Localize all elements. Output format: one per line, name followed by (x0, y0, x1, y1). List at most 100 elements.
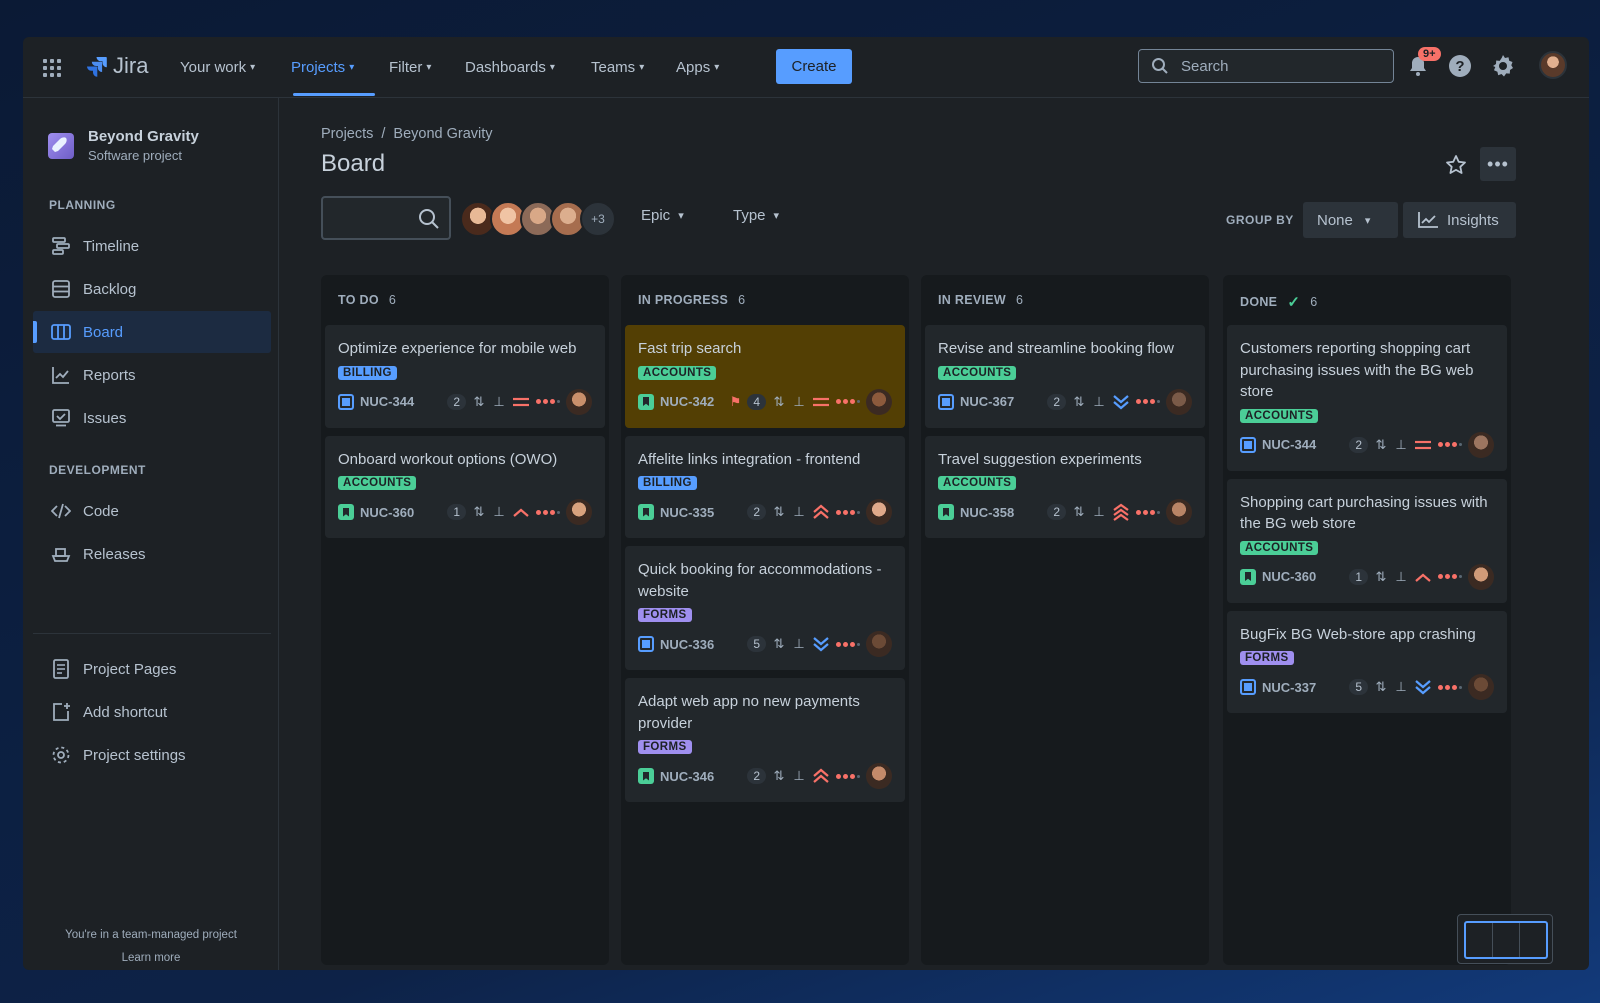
breadcrumb-project[interactable]: Beyond Gravity (393, 126, 492, 142)
issue-key[interactable]: NUC-336 (660, 637, 714, 652)
more-dots-icon[interactable] (1438, 442, 1462, 447)
assignee-avatar[interactable] (1166, 499, 1192, 525)
more-actions-button[interactable]: ••• (1480, 147, 1516, 181)
column-header[interactable]: IN PROGRESS 6 (638, 293, 745, 307)
epic-filter-dropdown[interactable]: Epic ▾ (641, 207, 684, 224)
issue-key[interactable]: NUC-342 (660, 394, 714, 409)
column-header[interactable]: IN REVIEW 6 (938, 293, 1023, 307)
code-icon (51, 503, 71, 519)
learn-more-link[interactable]: Learn more (23, 952, 279, 964)
column-header[interactable]: TO DO 6 (338, 293, 396, 307)
insights-button[interactable]: Insights (1403, 202, 1516, 238)
sidebar-item-reports[interactable]: Reports (33, 354, 271, 396)
assignee-avatar[interactable] (566, 388, 592, 415)
page-title: Board (321, 150, 386, 177)
sidebar-item-backlog[interactable]: Backlog (33, 268, 271, 310)
issue-card[interactable]: Affelite links integration - frontend BIL… (625, 435, 905, 538)
assignee-avatar[interactable] (866, 499, 892, 525)
issue-card[interactable]: BugFix BG Web-store app crashing FORMS NUC… (1227, 610, 1507, 713)
help-icon[interactable]: ? (1447, 53, 1473, 79)
issue-card[interactable]: Quick booking for accommodations - websi… (625, 546, 905, 670)
more-dots-icon[interactable] (836, 509, 860, 515)
issue-key[interactable]: NUC-335 (660, 505, 714, 520)
issue-card[interactable]: Optimize experience for mobile web BILLIN… (325, 325, 605, 428)
board-minimap[interactable] (1457, 914, 1553, 964)
nav-your-work[interactable]: Your work ▾ (180, 37, 255, 98)
pull-request-icon: ⇅ (1073, 504, 1085, 519)
group-by-dropdown[interactable]: None ▾ (1303, 202, 1398, 238)
assignee-avatar[interactable] (866, 388, 892, 415)
type-filter-dropdown[interactable]: Type ▾ (733, 207, 779, 224)
issue-card[interactable]: Fast trip search ACCOUNTS NUC-342 ⚑ 4 ⇅ ⊥ (625, 325, 905, 428)
more-dots-icon[interactable] (1136, 509, 1160, 515)
sidebar-item-board[interactable]: Board (33, 311, 271, 353)
nav-apps[interactable]: Apps ▾ (676, 37, 719, 98)
more-dots-icon[interactable] (1438, 684, 1462, 690)
sidebar-item-project-pages[interactable]: Project Pages (33, 648, 271, 690)
assignee-avatar[interactable] (1468, 431, 1494, 458)
sidebar-item-releases[interactable]: Releases (33, 533, 271, 575)
sidebar-item-timeline[interactable]: Timeline (33, 225, 271, 267)
issue-key[interactable]: NUC-337 (1262, 680, 1316, 695)
nav-dashboards[interactable]: Dashboards ▾ (465, 37, 555, 98)
issue-key[interactable]: NUC-360 (1262, 569, 1316, 584)
nav-projects[interactable]: Projects ▾ (291, 37, 354, 98)
breadcrumb-projects[interactable]: Projects (321, 126, 373, 142)
sidebar-item-code[interactable]: Code (33, 490, 271, 532)
nav-filter[interactable]: Filter ▾ (389, 37, 431, 98)
assignee-avatar[interactable] (1468, 674, 1494, 700)
sidebar-item-label: Backlog (83, 280, 137, 298)
board-search-input[interactable] (321, 196, 451, 240)
assignee-avatar[interactable] (566, 499, 592, 525)
priority-medium-icon (512, 395, 530, 409)
issue-card[interactable]: Travel suggestion experiments ACCOUNTS NUC… (925, 435, 1205, 538)
issue-key[interactable]: NUC-358 (960, 505, 1014, 520)
issue-key[interactable]: NUC-360 (360, 505, 414, 520)
global-search[interactable] (1138, 49, 1394, 83)
project-name[interactable]: Beyond Gravity (88, 128, 199, 145)
more-dots-icon[interactable] (536, 509, 560, 515)
issue-key[interactable]: NUC-344 (360, 394, 414, 409)
group-by-label: GROUP BY (1226, 213, 1294, 227)
jira-logo[interactable]: Jira (85, 53, 148, 79)
sidebar-item-issues[interactable]: Issues (33, 397, 271, 439)
assignee-avatar[interactable] (866, 763, 892, 789)
issue-card[interactable]: Adapt web app no new payments provider FO… (625, 678, 905, 802)
sidebar-item-add-shortcut[interactable]: Add shortcut (33, 691, 271, 733)
create-button[interactable]: Create (776, 49, 852, 84)
assignee-avatar[interactable] (866, 631, 892, 657)
user-profile-avatar[interactable] (1539, 51, 1567, 79)
priority-highest-icon (1112, 503, 1130, 521)
more-dots-icon[interactable] (536, 399, 560, 404)
more-dots-icon[interactable] (836, 773, 860, 779)
jira-app-window: Jira Your work ▾ Projects ▾ Filter ▾ Dashbo… (23, 37, 1589, 970)
column-header[interactable]: DONE ✓ 6 (1240, 293, 1317, 311)
issue-card[interactable]: Onboard workout options (OWO) ACCOUNTS NUC… (325, 435, 605, 538)
nav-teams[interactable]: Teams ▾ (591, 37, 644, 98)
settings-gear-icon[interactable] (1490, 53, 1516, 79)
more-dots-icon[interactable] (1136, 399, 1160, 404)
app-switcher-icon[interactable] (43, 59, 61, 77)
assignee-avatar[interactable] (1166, 388, 1192, 415)
star-icon[interactable] (1443, 152, 1469, 178)
issue-meta: NUC-360 1 ⇅ ⊥ (338, 499, 592, 525)
issue-key[interactable]: NUC-367 (960, 394, 1014, 409)
more-dots-icon[interactable] (1438, 574, 1462, 579)
more-assignees[interactable]: +3 (580, 201, 616, 237)
sidebar-item-project-settings[interactable]: Project settings (33, 734, 271, 776)
issues-icon (52, 409, 70, 427)
issue-title: Travel suggestion experiments (938, 450, 1142, 468)
issue-card[interactable]: Customers reporting shopping cart purcha… (1227, 325, 1507, 471)
issue-card[interactable]: Revise and streamline booking flow ACCOUN… (925, 325, 1205, 428)
more-dots-icon[interactable] (836, 399, 860, 404)
insights-label: Insights (1447, 211, 1499, 229)
assignee-avatar[interactable] (1468, 563, 1494, 590)
minimap-viewport[interactable] (1464, 921, 1548, 959)
search-input[interactable] (1181, 57, 1361, 75)
issue-key[interactable]: NUC-346 (660, 769, 714, 784)
more-dots-icon[interactable] (836, 641, 860, 647)
subtasks-hierarchy-icon: ⊥ (1093, 504, 1105, 519)
issue-key[interactable]: NUC-344 (1262, 437, 1316, 452)
issue-title: Revise and streamline booking flow (938, 340, 1174, 357)
issue-card[interactable]: Shopping cart purchasing issues with the… (1227, 478, 1507, 603)
